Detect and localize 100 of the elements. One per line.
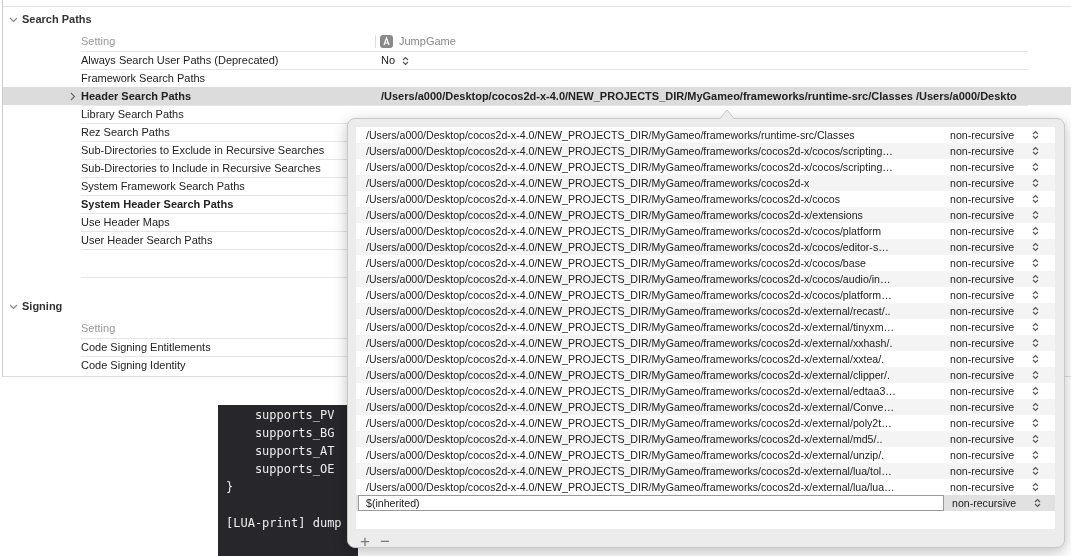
stepper-icon[interactable] [1032, 290, 1039, 300]
path-text: /Users/a000/Desktop/cocos2d-x-4.0/NEW_PROJECTS_DIR/MyGameo/frameworks/cocos2d-x/external/lua/tol… [365, 465, 893, 477]
path-text: /Users/a000/Desktop/cocos2d-x-4.0/NEW_PROJECTS_DIR/MyGameo/frameworks/cocos2d-x/cocos/editor-s… [365, 241, 890, 253]
path-row[interactable]: /Users/a000/Desktop/cocos2d-x-4.0/NEW_PROJECTS_DIR/MyGameo/frameworks/cocos2d-x/cocos/scripting… non-recursive [356, 143, 1055, 159]
stepper-icon[interactable] [1032, 466, 1039, 476]
recursion-popup[interactable]: non-recursive [950, 417, 1028, 429]
stepper-icon[interactable] [1032, 434, 1039, 444]
path-row[interactable]: /Users/a000/Desktop/cocos2d-x-4.0/NEW_PROJECTS_DIR/MyGameo/frameworks/cocos2d-x/external/clipper/. non-recursive [356, 367, 1055, 383]
stepper-icon[interactable] [1032, 194, 1039, 204]
path-field[interactable]: $(inherited) [358, 495, 944, 511]
path-row[interactable]: /Users/a000/Desktop/cocos2d-x-4.0/NEW_PROJECTS_DIR/MyGameo/frameworks/cocos2d-x/cocos/audio/in… non-recursive [356, 271, 1055, 287]
app-icon [380, 34, 393, 48]
recursion-popup[interactable]: non-recursive [950, 337, 1028, 349]
stepper-icon[interactable] [1032, 306, 1039, 316]
setting-row[interactable]: Always Search User Paths (Deprecated) No [3, 51, 1071, 69]
recursion-popup[interactable]: non-recursive [950, 257, 1028, 269]
stepper-icon[interactable] [1032, 338, 1039, 348]
recursion-popup[interactable]: non-recursive [950, 161, 1028, 173]
recursion-popup[interactable]: non-recursive [950, 433, 1028, 445]
path-text: /Users/a000/Desktop/cocos2d-x-4.0/NEW_PROJECTS_DIR/MyGameo/frameworks/cocos2d-x/external/recast/.. [365, 305, 892, 317]
path-text: /Users/a000/Desktop/cocos2d-x-4.0/NEW_PROJECTS_DIR/MyGameo/frameworks/cocos2d-x/external/poly2t… [365, 417, 893, 429]
stepper-icon[interactable] [1034, 498, 1041, 508]
recursion-popup[interactable]: non-recursive [950, 321, 1028, 333]
recursion-popup[interactable]: non-recursive [950, 145, 1028, 157]
path-row[interactable]: /Users/a000/Desktop/cocos2d-x-4.0/NEW_PROJECTS_DIR/MyGameo/frameworks/cocos2d-x/external/lua/tol… non-recursive [356, 463, 1055, 479]
stepper-icon[interactable] [1032, 210, 1039, 220]
recursion-popup[interactable]: non-recursive [950, 449, 1028, 461]
path-row[interactable]: /Users/a000/Desktop/cocos2d-x-4.0/NEW_PROJECTS_DIR/MyGameo/frameworks/cocos2d-x/cocos non-recursive [356, 191, 1055, 207]
recursion-popup[interactable]: non-recursive [950, 209, 1028, 221]
recursion-popup[interactable]: non-recursive [950, 353, 1028, 365]
stepper-icon[interactable] [1032, 258, 1039, 268]
terminal-line: supports_AT [253, 443, 336, 460]
path-row[interactable]: /Users/a000/Desktop/cocos2d-x-4.0/NEW_PROJECTS_DIR/MyGameo/frameworks/cocos2d-x/external/unzip/. non-recursive [356, 447, 1055, 463]
stepper-icon[interactable] [1032, 178, 1039, 188]
recursion-popup[interactable]: non-recursive [950, 401, 1028, 413]
stepper-icon[interactable] [1032, 322, 1039, 332]
popup-button[interactable]: No [381, 52, 410, 69]
stepper-icon[interactable] [1032, 354, 1039, 364]
path-row[interactable]: /Users/a000/Desktop/cocos2d-x-4.0/NEW_PROJECTS_DIR/MyGameo/frameworks/cocos2d-x/external/recast/.. non-recursive [356, 303, 1055, 319]
path-row[interactable]: /Users/a000/Desktop/cocos2d-x-4.0/NEW_PROJECTS_DIR/MyGameo/frameworks/cocos2d-x/external/xxhash/. non-recursive [356, 335, 1055, 351]
terminal-line: supports_BG [253, 425, 336, 442]
section-title: Search Paths [22, 13, 92, 25]
path-row[interactable]: /Users/a000/Desktop/cocos2d-x-4.0/NEW_PROJECTS_DIR/MyGameo/frameworks/cocos2d-x/cocos/scripting… non-recursive [356, 159, 1055, 175]
path-row[interactable]: /Users/a000/Desktop/cocos2d-x-4.0/NEW_PROJECTS_DIR/MyGameo/frameworks/cocos2d-x/external/poly2t… non-recursive [356, 415, 1055, 431]
terminal-line: supports_OE [253, 461, 336, 478]
recursion-popup[interactable]: non-recursive [950, 481, 1028, 493]
expand-icon[interactable] [69, 91, 76, 101]
add-button[interactable]: + [358, 533, 372, 551]
remove-button[interactable]: − [377, 533, 392, 551]
path-row[interactable]: $(inherited) non-recursive [356, 495, 1055, 511]
path-row[interactable]: /Users/a000/Desktop/cocos2d-x-4.0/NEW_PROJECTS_DIR/MyGameo/frameworks/cocos2d-x/cocos/platform non-recursive [356, 223, 1055, 239]
recursion-popup[interactable]: non-recursive [950, 289, 1028, 301]
path-text: /Users/a000/Desktop/cocos2d-x-4.0/NEW_PROJECTS_DIR/MyGameo/frameworks/cocos2d-x/cocos [365, 193, 841, 205]
path-row[interactable]: /Users/a000/Desktop/cocos2d-x-4.0/NEW_PROJECTS_DIR/MyGameo/frameworks/cocos2d-x/cocos/base non-recursive [356, 255, 1055, 271]
path-row[interactable]: /Users/a000/Desktop/cocos2d-x-4.0/NEW_PROJECTS_DIR/MyGameo/frameworks/cocos2d-x/external/edtaa3… non-recursive [356, 383, 1055, 399]
stepper-icon[interactable] [1032, 386, 1039, 396]
stepper-icon[interactable] [1032, 370, 1039, 380]
stepper-icon[interactable] [1032, 130, 1039, 140]
stepper-icon[interactable] [402, 55, 410, 66]
path-row[interactable]: /Users/a000/Desktop/cocos2d-x-4.0/NEW_PROJECTS_DIR/MyGameo/frameworks/cocos2d-x/external/md5/.. non-recursive [356, 431, 1055, 447]
path-row[interactable]: /Users/a000/Desktop/cocos2d-x-4.0/NEW_PROJECTS_DIR/MyGameo/frameworks/cocos2d-x/cocos/editor-s… non-recursive [356, 239, 1055, 255]
setting-name: Header Search Paths [81, 89, 193, 104]
recursion-popup[interactable]: non-recursive [950, 369, 1028, 381]
column-header: Setting [81, 35, 117, 47]
path-text: /Users/a000/Desktop/cocos2d-x-4.0/NEW_PROJECTS_DIR/MyGameo/frameworks/cocos2d-x/external/md5/.. [365, 433, 884, 445]
path-text: /Users/a000/Desktop/cocos2d-x-4.0/NEW_PROJECTS_DIR/MyGameo/frameworks/cocos2d-x/external/xxhash/. [365, 337, 894, 349]
stepper-icon[interactable] [1032, 162, 1039, 172]
recursion-popup[interactable]: non-recursive [950, 465, 1028, 477]
stepper-icon[interactable] [1032, 418, 1039, 428]
setting-row[interactable]: Header Search Paths /Users/a000/Desktop/cocos2d-x-4.0/NEW_PROJECTS_DIR/MyGameo/frameworks/runtime-src/Classes /Users/a000/Deskto [3, 87, 1071, 105]
path-text: /Users/a000/Desktop/cocos2d-x-4.0/NEW_PROJECTS_DIR/MyGameo/frameworks/cocos2d-x/external/lua/lua… [365, 481, 896, 493]
recursion-popup[interactable]: non-recursive [950, 177, 1028, 189]
path-text: /Users/a000/Desktop/cocos2d-x-4.0/NEW_PROJECTS_DIR/MyGameo/frameworks/cocos2d-x/external/Conve… [365, 401, 896, 413]
recursion-popup[interactable]: non-recursive [950, 225, 1028, 237]
path-row[interactable]: /Users/a000/Desktop/cocos2d-x-4.0/NEW_PROJECTS_DIR/MyGameo/frameworks/cocos2d-x/external/xxtea/. non-recursive [356, 351, 1055, 367]
recursion-popup[interactable]: non-recursive [950, 273, 1028, 285]
path-row[interactable]: /Users/a000/Desktop/cocos2d-x-4.0/NEW_PROJECTS_DIR/MyGameo/frameworks/cocos2d-x/extensions non-recursive [356, 207, 1055, 223]
stepper-icon[interactable] [1032, 242, 1039, 252]
stepper-icon[interactable] [1032, 226, 1039, 236]
recursion-popup[interactable]: non-recursive [950, 241, 1028, 253]
recursion-popup[interactable]: non-recursive [950, 193, 1028, 205]
path-row[interactable]: /Users/a000/Desktop/cocos2d-x-4.0/NEW_PROJECTS_DIR/MyGameo/frameworks/cocos2d-x/cocos/platform… non-recursive [356, 287, 1055, 303]
path-row[interactable]: /Users/a000/Desktop/cocos2d-x-4.0/NEW_PROJECTS_DIR/MyGameo/frameworks/cocos2d-x/external/tinyxm… non-recursive [356, 319, 1055, 335]
stepper-icon[interactable] [1032, 450, 1039, 460]
stepper-icon[interactable] [1032, 482, 1039, 492]
path-text: /Users/a000/Desktop/cocos2d-x-4.0/NEW_PROJECTS_DIR/MyGameo/frameworks/cocos2d-x/external/tinyxm… [365, 321, 896, 333]
stepper-icon[interactable] [1032, 402, 1039, 412]
path-row[interactable]: /Users/a000/Desktop/cocos2d-x-4.0/NEW_PROJECTS_DIR/MyGameo/frameworks/cocos2d-x/external/Conve… non-recursive [356, 399, 1055, 415]
recursion-popup[interactable]: non-recursive [952, 497, 1030, 509]
terminal-line: } [226, 479, 235, 496]
path-row[interactable]: /Users/a000/Desktop/cocos2d-x-4.0/NEW_PROJECTS_DIR/MyGameo/frameworks/cocos2d-x non-recursive [356, 175, 1055, 191]
path-text: /Users/a000/Desktop/cocos2d-x-4.0/NEW_PROJECTS_DIR/MyGameo/frameworks/cocos2d-x/cocos/platform… [365, 289, 893, 301]
recursion-popup[interactable]: non-recursive [950, 305, 1028, 317]
stepper-icon[interactable] [1032, 274, 1039, 284]
recursion-popup[interactable]: non-recursive [950, 129, 1028, 141]
stepper-icon[interactable] [1032, 146, 1039, 156]
path-row[interactable]: /Users/a000/Desktop/cocos2d-x-4.0/NEW_PROJECTS_DIR/MyGameo/frameworks/runtime-src/Classes non-recursive [356, 127, 1055, 143]
recursion-popup[interactable]: non-recursive [950, 385, 1028, 397]
path-row[interactable]: /Users/a000/Desktop/cocos2d-x-4.0/NEW_PROJECTS_DIR/MyGameo/frameworks/cocos2d-x/external/lua/lua… non-recursive [356, 479, 1055, 495]
path-text: /Users/a000/Desktop/cocos2d-x-4.0/NEW_PROJECTS_DIR/MyGameo/frameworks/cocos2d-x/external/xxtea/. [365, 353, 886, 365]
